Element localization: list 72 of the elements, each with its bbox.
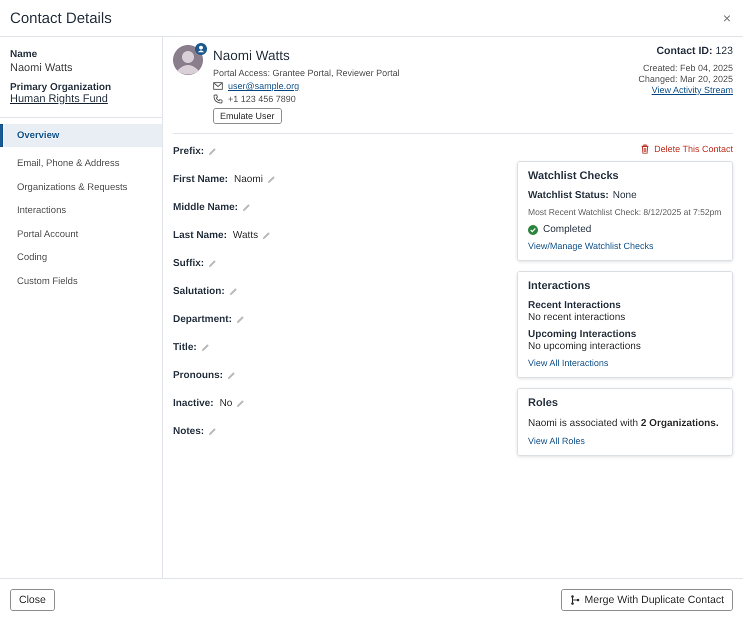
pencil-icon bbox=[200, 342, 210, 352]
field-label: Suffix: bbox=[173, 258, 204, 268]
avatar-icon bbox=[173, 45, 203, 75]
field-label: Pronouns: bbox=[173, 370, 223, 380]
pencil-icon bbox=[262, 230, 272, 240]
contact-id: 123 bbox=[715, 45, 733, 57]
contact-name: Naomi Watts bbox=[10, 62, 73, 74]
created-date: Created: Feb 04, 2025 bbox=[642, 63, 733, 73]
merge-button[interactable]: Merge With Duplicate Contact bbox=[560, 588, 733, 610]
card-title: Watchlist Checks bbox=[528, 170, 619, 182]
check-circle-icon bbox=[528, 224, 538, 235]
user-badge-icon bbox=[195, 43, 207, 55]
portal-access-text: Portal Access: Grantee Portal, Reviewer Portal bbox=[213, 68, 400, 78]
organization-link[interactable]: Human Rights Fund bbox=[10, 93, 108, 105]
contact-id-label: Contact ID: bbox=[656, 45, 712, 57]
pencil-icon bbox=[236, 314, 245, 324]
contact-name: Naomi Watts bbox=[213, 48, 290, 63]
pencil-icon bbox=[236, 398, 246, 408]
field-label: Prefix: bbox=[173, 146, 204, 156]
field-label: Middle Name: bbox=[173, 202, 238, 212]
trash-icon bbox=[640, 144, 650, 154]
phone-number: +1 123 456 7890 bbox=[228, 94, 296, 104]
email-link[interactable]: user@sample.org bbox=[228, 81, 300, 91]
section-heading: Upcoming Interactions bbox=[528, 329, 636, 340]
close-button[interactable]: Close bbox=[10, 588, 55, 610]
roles-text: Naomi is associated with 2 Organizations. bbox=[528, 417, 719, 430]
emulate-user-button[interactable]: Emulate User bbox=[213, 108, 282, 124]
field-label: Notes: bbox=[173, 426, 204, 436]
field-label: Salutation: bbox=[173, 286, 225, 296]
pencil-icon bbox=[208, 146, 218, 156]
nav-item[interactable]: Overview bbox=[0, 124, 162, 147]
watchlist-status: Watchlist Status: None bbox=[528, 190, 637, 201]
card-title: Roles bbox=[528, 397, 558, 410]
field-label: Department: bbox=[173, 314, 232, 324]
field-value: Naomi bbox=[234, 174, 263, 184]
changed-date: Changed: Mar 20, 2025 bbox=[638, 74, 733, 84]
pencil-icon bbox=[208, 426, 218, 436]
pencil-icon bbox=[228, 286, 238, 296]
field-value: No bbox=[220, 398, 232, 408]
activity-stream-link[interactable]: View Activity Stream bbox=[652, 85, 733, 95]
status-text: Completed bbox=[543, 224, 592, 236]
envelope-icon bbox=[213, 81, 223, 91]
phone-icon bbox=[213, 94, 223, 104]
card-title: Interactions bbox=[528, 280, 590, 292]
merge-icon bbox=[570, 594, 580, 604]
field-label: Last Name: bbox=[173, 230, 227, 240]
pencil-icon bbox=[227, 370, 236, 380]
section-heading: Recent Interactions bbox=[528, 300, 621, 312]
field-value: Watts bbox=[232, 230, 258, 240]
nav-item[interactable]: Custom Fields bbox=[0, 270, 162, 293]
card-link[interactable]: View/Manage Watchlist Checks bbox=[528, 241, 654, 252]
nav-item[interactable]: Organizations & Requests bbox=[0, 176, 162, 199]
close-button[interactable]: × bbox=[720, 10, 733, 26]
pencil-icon bbox=[266, 174, 276, 184]
nav-item[interactable]: Coding bbox=[0, 246, 162, 270]
last-check-text: Most Recent Watchlist Check: 8/12/2025 at 7:52pm bbox=[528, 207, 722, 218]
pencil-icon bbox=[208, 258, 218, 268]
field-label: Primary Organization bbox=[10, 82, 112, 93]
nav-item[interactable]: Interactions bbox=[0, 199, 162, 222]
dialog-title: Contact Details bbox=[10, 10, 112, 26]
field-label: First Name: bbox=[173, 174, 228, 184]
section-text: No recent interactions bbox=[528, 312, 626, 324]
nav-item[interactable]: Email, Phone & Address bbox=[0, 152, 162, 176]
card-link[interactable]: View All Interactions bbox=[528, 358, 608, 368]
section-text: No upcoming interactions bbox=[528, 341, 641, 352]
field-label: Name bbox=[10, 49, 38, 60]
nav-item[interactable]: Portal Account bbox=[0, 222, 162, 246]
card-link[interactable]: View All Roles bbox=[528, 436, 585, 446]
field-label: Inactive: bbox=[173, 398, 214, 408]
field-label: Title: bbox=[173, 342, 197, 352]
delete-contact-link[interactable]: Delete This Contact bbox=[640, 144, 733, 154]
pencil-icon bbox=[242, 202, 252, 212]
